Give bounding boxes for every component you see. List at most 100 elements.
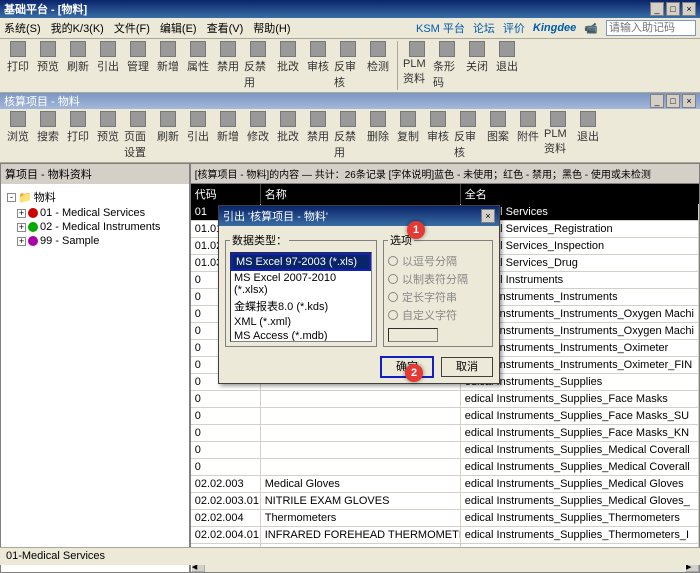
- type-list[interactable]: MS Excel 97-2003 (*.xls)MS Excel 2007-20…: [230, 252, 372, 342]
- tb2-浏览[interactable]: 浏览: [4, 111, 32, 160]
- tb2-批改[interactable]: 批改: [274, 111, 302, 160]
- tb2-反审核[interactable]: 反审核: [454, 111, 482, 160]
- menu-help[interactable]: 帮助(H): [253, 20, 290, 36]
- tb2-页面设置[interactable]: 页面设置: [124, 111, 152, 160]
- expand-icon[interactable]: +: [17, 209, 26, 218]
- dialog-close-button[interactable]: ×: [481, 209, 495, 223]
- tb-退出[interactable]: 退出: [493, 41, 521, 90]
- tb2-审核[interactable]: 审核: [424, 111, 452, 160]
- tb2-预览[interactable]: 预览: [94, 111, 122, 160]
- callout-marker-2: 2: [405, 364, 423, 382]
- tb-引出[interactable]: 引出: [94, 41, 122, 90]
- collapse-icon[interactable]: -: [7, 193, 16, 202]
- tb-刷新[interactable]: 刷新: [64, 41, 92, 90]
- table-row[interactable]: 02.02.004.01INFRARED FOREHEAD THERMOMETE…: [191, 527, 699, 544]
- tb2-打印[interactable]: 打印: [64, 111, 92, 160]
- tb-条形码[interactable]: 条形码: [433, 41, 461, 90]
- tb-新增[interactable]: 新增: [154, 41, 182, 90]
- table-row[interactable]: 02.02.004Thermometersedical Instruments_…: [191, 510, 699, 527]
- toolbar-icon: [70, 111, 86, 127]
- tree-root[interactable]: - 📁 物料: [5, 188, 185, 206]
- tree-item-02[interactable]: +02 - Medical Instruments: [5, 220, 185, 234]
- tb2-刷新[interactable]: 刷新: [154, 111, 182, 160]
- col-full[interactable]: 全名: [461, 184, 699, 204]
- menu-edit[interactable]: 编辑(E): [160, 20, 197, 36]
- child-close[interactable]: ×: [682, 94, 696, 108]
- export-type-option[interactable]: MS Excel 97-2003 (*.xls): [231, 253, 371, 271]
- toolbar-icon: [370, 41, 386, 57]
- table-row[interactable]: 0edical Instruments_Supplies_Face Masks_…: [191, 425, 699, 442]
- tb-反禁用[interactable]: 反禁用: [244, 41, 272, 90]
- tb-批改[interactable]: 批改: [274, 41, 302, 90]
- toolbar-icon: [100, 41, 116, 57]
- minimize-button[interactable]: _: [650, 2, 664, 16]
- toolbar-icon: [430, 111, 446, 127]
- tb-PLM资料[interactable]: PLM资料: [403, 41, 431, 90]
- window-controls: _ □ ×: [650, 2, 696, 16]
- expand-icon[interactable]: +: [17, 223, 26, 232]
- col-name[interactable]: 名称: [261, 184, 461, 204]
- toolbar-icon: [160, 111, 176, 127]
- tb-属性[interactable]: 属性: [184, 41, 212, 90]
- menu-file[interactable]: 文件(F): [114, 20, 150, 36]
- table-row[interactable]: 0edical Instruments_Supplies_Face Masks_…: [191, 408, 699, 425]
- export-type-option[interactable]: MS Excel 2007-2010 (*.xlsx): [231, 271, 371, 297]
- tb2-附件[interactable]: 附件: [514, 111, 542, 160]
- link-ksm[interactable]: KSM 平台: [416, 20, 465, 36]
- link-review[interactable]: 评价: [503, 20, 525, 36]
- maximize-button[interactable]: □: [666, 2, 680, 16]
- table-row[interactable]: 0edical Instruments_Supplies_Medical Cov…: [191, 442, 699, 459]
- tb2-图案[interactable]: 图案: [484, 111, 512, 160]
- toolbar-icon: [250, 111, 266, 127]
- tb2-PLM资料[interactable]: PLM资料: [544, 111, 572, 160]
- tb2-禁用[interactable]: 禁用: [304, 111, 332, 160]
- tree-item-99[interactable]: +99 - Sample: [5, 234, 185, 248]
- tb2-修改[interactable]: 修改: [244, 111, 272, 160]
- menu-view[interactable]: 查看(V): [207, 20, 244, 36]
- tb-管理[interactable]: 管理: [124, 41, 152, 90]
- tree-item-01[interactable]: +01 - Medical Services: [5, 206, 185, 220]
- toolbar-icon: [580, 111, 596, 127]
- table-row[interactable]: 02.02.003Medical Glovesedical Instrument…: [191, 476, 699, 493]
- tb-打印[interactable]: 打印: [4, 41, 32, 90]
- export-type-option[interactable]: 金蝶报表8.0 (*.kds): [231, 297, 371, 315]
- tb-检测[interactable]: 检测: [364, 41, 392, 90]
- export-type-option[interactable]: MS Access (*.mdb): [231, 329, 371, 342]
- menu-myk3[interactable]: 我的K/3(K): [51, 20, 104, 36]
- tb2-搜索[interactable]: 搜索: [34, 111, 62, 160]
- tb-禁用[interactable]: 禁用: [214, 41, 242, 90]
- close-button[interactable]: ×: [682, 2, 696, 16]
- grid-header: 代码 名称 全名: [191, 184, 699, 204]
- table-row[interactable]: 0edical Instruments_Supplies_Medical Cov…: [191, 459, 699, 476]
- tb2-反禁用[interactable]: 反禁用: [334, 111, 362, 160]
- child-titlebar: 核算项目 - 物料 _ □ ×: [0, 93, 700, 109]
- toolbar-icon: [250, 41, 266, 57]
- tb2-删除[interactable]: 删除: [364, 111, 392, 160]
- tb-关闭[interactable]: 关闭: [463, 41, 491, 90]
- toolbar-icon: [10, 41, 26, 57]
- child-minimize[interactable]: _: [650, 94, 664, 108]
- tb2-退出[interactable]: 退出: [574, 111, 602, 160]
- table-row[interactable]: 02.02.003.01NITRILE EXAM GLOVESedical In…: [191, 493, 699, 510]
- expand-icon[interactable]: +: [17, 237, 26, 246]
- menu-system[interactable]: 系统(S): [4, 20, 41, 36]
- tb2-引出[interactable]: 引出: [184, 111, 212, 160]
- export-type-option[interactable]: XML (*.xml): [231, 315, 371, 329]
- category-dot-icon: [28, 208, 38, 218]
- col-code[interactable]: 代码: [191, 184, 261, 204]
- child-toolbar: 浏览搜索打印预览页面设置刷新引出新增修改批改禁用反禁用删除复制审核反审核图案附件…: [0, 109, 700, 163]
- tb-审核[interactable]: 审核: [304, 41, 332, 90]
- tb-预览[interactable]: 预览: [34, 41, 62, 90]
- export-option: 以逗号分隔: [388, 252, 488, 270]
- child-maximize[interactable]: □: [666, 94, 680, 108]
- mnemonic-input[interactable]: [606, 20, 696, 36]
- toolbar-icon: [100, 111, 116, 127]
- tb2-复制[interactable]: 复制: [394, 111, 422, 160]
- tb2-新增[interactable]: 新增: [214, 111, 242, 160]
- toolbar-icon: [40, 41, 56, 57]
- cancel-button[interactable]: 取消: [441, 357, 493, 377]
- tb-反审核[interactable]: 反审核: [334, 41, 362, 90]
- table-row[interactable]: 0edical Instruments_Supplies_Face Masks: [191, 391, 699, 408]
- toolbar-icon: [460, 111, 476, 127]
- link-forum[interactable]: 论坛: [473, 20, 495, 36]
